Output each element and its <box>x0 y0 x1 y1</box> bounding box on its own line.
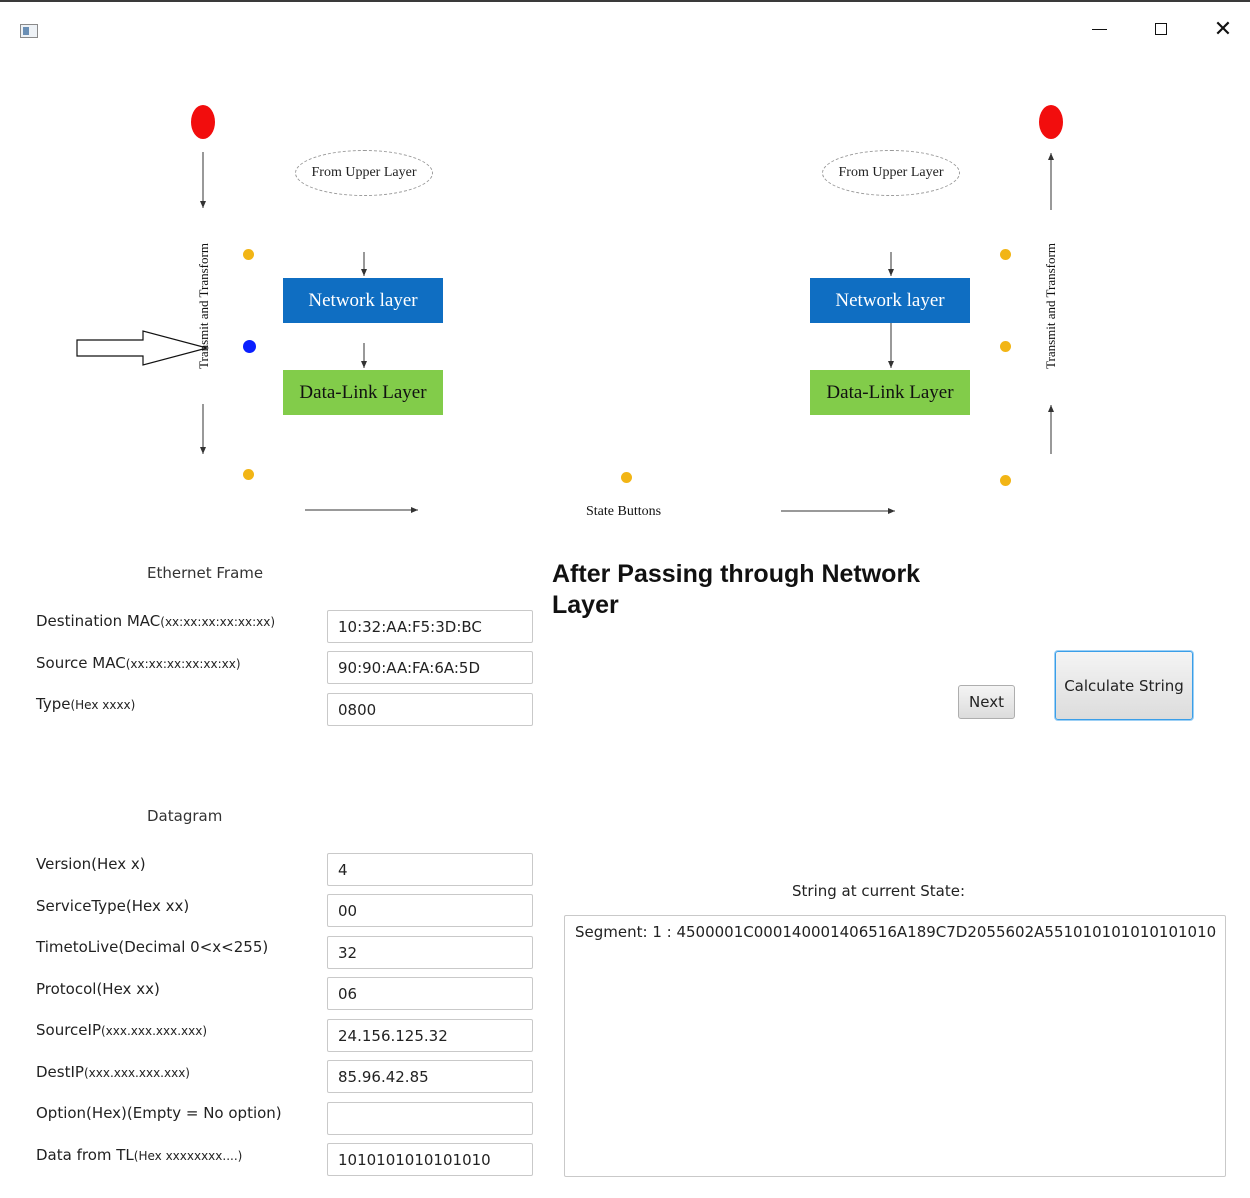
right-red-state-marker[interactable] <box>1039 105 1063 139</box>
source-mac-label: Source MAC(xx:xx:xx:xx:xx:xx) <box>36 654 241 672</box>
source-ip-hint: (xxx.xxx.xxx.xxx) <box>101 1024 208 1038</box>
source-mac-hint: (xx:xx:xx:xx:xx:xx) <box>125 657 241 671</box>
right-transmit-transform-label: Transmit and Transform <box>1043 243 1058 369</box>
protocol-label: Protocol(Hex xx) <box>36 980 160 998</box>
time-to-live-label: TimetoLive(Decimal 0<x<255) <box>36 938 268 956</box>
calculate-string-button[interactable]: Calculate String <box>1055 651 1193 720</box>
data-from-tl-hint: (Hex xxxxxxxx....) <box>133 1149 243 1163</box>
source-ip-label: SourceIP(xxx.xxx.xxx.xxx) <box>36 1021 207 1039</box>
string-at-current-state-label: String at current State: <box>792 882 966 900</box>
state-button-left-top[interactable] <box>243 249 254 260</box>
state-button-right-top[interactable] <box>1000 249 1011 260</box>
state-button-left-middle-active[interactable] <box>243 340 256 353</box>
version-label: Version(Hex x) <box>36 855 146 873</box>
destination-mac-label-text: Destination MAC <box>36 612 161 630</box>
state-buttons-label: State Buttons <box>586 504 662 519</box>
option-label: Option(Hex)(Empty = No option) <box>36 1104 282 1122</box>
left-red-state-marker[interactable] <box>191 105 215 139</box>
destination-mac-input[interactable] <box>327 610 533 643</box>
option-input[interactable] <box>327 1102 533 1135</box>
dest-ip-label-text: DestIP <box>36 1063 84 1081</box>
type-input[interactable] <box>327 693 533 726</box>
time-to-live-input[interactable] <box>327 936 533 969</box>
service-type-input[interactable] <box>327 894 533 927</box>
right-from-upper-layer: From Upper Layer <box>822 150 960 196</box>
service-type-label-text: ServiceType(Hex xx) <box>36 897 190 915</box>
data-from-tl-input[interactable] <box>327 1143 533 1176</box>
source-ip-label-text: SourceIP <box>36 1021 101 1039</box>
type-label: Type(Hex xxxx) <box>36 695 135 713</box>
app-icon <box>20 24 38 38</box>
left-transmit-transform-label: Transmit and Transform <box>196 243 211 369</box>
source-ip-input[interactable] <box>327 1019 533 1052</box>
close-icon: ✕ <box>1213 16 1233 42</box>
current-state-pointer-arrow <box>76 330 210 366</box>
protocol-input[interactable] <box>327 977 533 1010</box>
version-input[interactable] <box>327 853 533 886</box>
dest-ip-hint: (xxx.xxx.xxx.xxx) <box>83 1066 190 1080</box>
minimize-icon <box>1091 28 1107 30</box>
next-button[interactable]: Next <box>958 685 1015 719</box>
maximize-icon <box>1155 23 1167 35</box>
state-button-right-bottom[interactable] <box>1000 475 1011 486</box>
state-button-center[interactable] <box>621 472 632 483</box>
type-hint: (Hex xxxx) <box>70 698 136 712</box>
left-from-upper-layer: From Upper Layer <box>295 150 433 196</box>
destination-mac-hint: (xx:xx:xx:xx:xx:xx) <box>160 615 276 629</box>
state-button-left-bottom[interactable] <box>243 469 254 480</box>
minimize-button[interactable] <box>1076 12 1122 46</box>
right-datalink-layer-box: Data-Link Layer <box>810 370 970 415</box>
protocol-label-text: Protocol(Hex xx) <box>36 980 160 998</box>
option-label-text: Option(Hex)(Empty = No option) <box>36 1104 282 1122</box>
source-mac-label-text: Source MAC <box>36 654 126 672</box>
close-button[interactable]: ✕ <box>1200 12 1246 46</box>
output-string-area[interactable]: Segment: 1 : 4500001C000140001406516A189… <box>564 915 1226 1177</box>
maximize-button[interactable] <box>1138 12 1184 46</box>
app-window: ✕ From Upper Layer From Upper Layer Netw… <box>0 0 1250 1198</box>
title-bar: ✕ <box>0 2 1250 46</box>
version-label-text: Version(Hex x) <box>36 855 146 873</box>
right-network-layer-box: Network layer <box>810 278 970 323</box>
ethernet-frame-title: Ethernet Frame <box>147 564 264 582</box>
left-network-layer-box: Network layer <box>283 278 443 323</box>
dest-ip-input[interactable] <box>327 1060 533 1093</box>
source-mac-input[interactable] <box>327 651 533 684</box>
protocol-diagram: From Upper Layer From Upper Layer Networ… <box>0 46 1250 546</box>
time-to-live-label-text: TimetoLive(Decimal 0<x<255) <box>36 938 269 956</box>
dest-ip-label: DestIP(xxx.xxx.xxx.xxx) <box>36 1063 190 1081</box>
type-label-text: Type <box>36 695 71 713</box>
data-from-tl-label-text: Data from TL <box>36 1146 134 1164</box>
service-type-label: ServiceType(Hex xx) <box>36 897 189 915</box>
datagram-title: Datagram <box>147 807 223 825</box>
current-state-heading: After Passing through Network Layer <box>552 560 921 619</box>
data-from-tl-label: Data from TL(Hex xxxxxxxx....) <box>36 1146 242 1164</box>
state-button-right-middle[interactable] <box>1000 341 1011 352</box>
left-datalink-layer-box: Data-Link Layer <box>283 370 443 415</box>
destination-mac-label: Destination MAC(xx:xx:xx:xx:xx:xx) <box>36 612 275 630</box>
